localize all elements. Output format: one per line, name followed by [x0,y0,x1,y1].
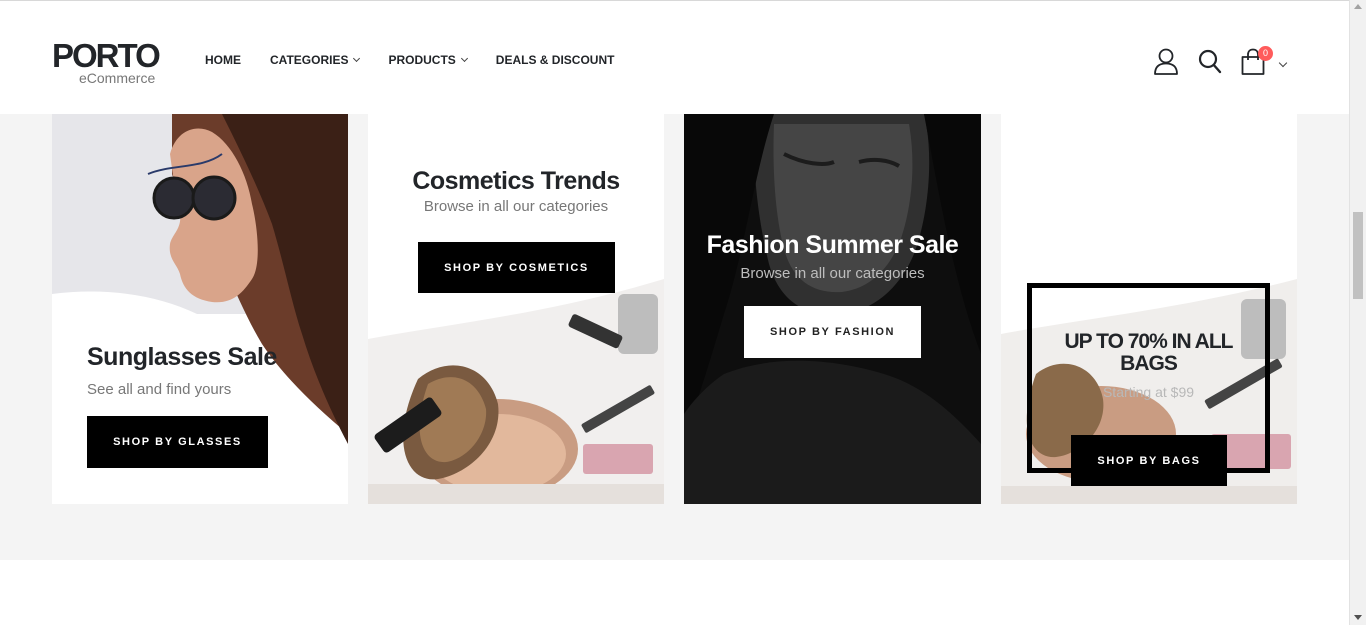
nav-item-products[interactable]: PRODUCTS [388,53,468,67]
banner-section: Sunglasses Sale See all and find yours S… [0,114,1349,560]
shop-by-bags-button[interactable]: SHOP BY BAGS [1071,435,1227,486]
nav-label: CATEGORIES [270,53,349,67]
cart-count-badge: 0 [1258,46,1273,61]
chevron-down-icon [460,54,468,63]
porto-logo[interactable]: PORTO eCommerce [52,39,164,89]
chevron-down-icon[interactable] [1278,58,1288,67]
banner-subtitle: See all and find yours [87,381,232,398]
shop-by-cosmetics-button[interactable]: SHOP BY COSMETICS [418,242,615,293]
banner-fashion[interactable]: Fashion Summer Sale Browse in all our ca… [684,114,981,504]
user-icon[interactable] [1153,48,1179,81]
logo-wordmark: PORTO [52,37,161,74]
banner-title: Sunglasses Sale [87,343,277,371]
nav-item-deals[interactable]: DEALS & DISCOUNT [496,53,615,67]
nav-label: PRODUCTS [388,53,456,67]
banner-subtitle: Starting at $99 [1102,384,1195,400]
scroll-down-arrow-icon[interactable] [1354,615,1362,620]
chevron-down-icon [353,54,361,63]
page-scrollbar[interactable] [1349,0,1366,625]
banner-title: Fashion Summer Sale [706,231,959,259]
shop-by-glasses-button[interactable]: SHOP BY GLASSES [87,416,268,468]
banner-title: Cosmetics Trends [412,167,620,195]
site-header: PORTO eCommerce HOME CATEGORIES PRODUCTS… [0,0,1349,114]
nav-item-categories[interactable]: CATEGORIES [270,53,361,67]
header-icons: 0 [1153,46,1288,81]
shopping-bag-icon [1240,48,1266,80]
nav-item-home[interactable]: HOME [205,53,241,67]
banner-subtitle: Browse in all our categories [740,265,925,282]
scrollbar-thumb[interactable] [1353,212,1363,299]
banner-sunglasses[interactable]: Sunglasses Sale See all and find yours S… [52,114,348,504]
nav-label: DEALS & DISCOUNT [495,53,615,67]
banner-bags[interactable]: UP TO 70% IN ALL BAGS Starting at $99 SH… [1001,114,1297,504]
scroll-up-arrow-icon[interactable] [1354,4,1362,9]
nav-label: HOME [205,53,241,67]
logo-tagline: eCommerce [79,70,156,86]
banner-title: UP TO 70% IN ALL BAGS [1064,330,1234,375]
search-icon[interactable] [1198,49,1222,80]
banner-cosmetics[interactable]: Cosmetics Trends Browse in all our categ… [368,114,664,504]
shop-by-fashion-button[interactable]: SHOP BY FASHION [744,306,921,358]
page: PORTO eCommerce HOME CATEGORIES PRODUCTS… [0,0,1366,625]
banner-subtitle: Browse in all our categories [423,198,609,215]
main-nav: HOME CATEGORIES PRODUCTS DEALS & DISCOUN… [205,53,643,67]
cart-button[interactable]: 0 [1240,46,1273,81]
